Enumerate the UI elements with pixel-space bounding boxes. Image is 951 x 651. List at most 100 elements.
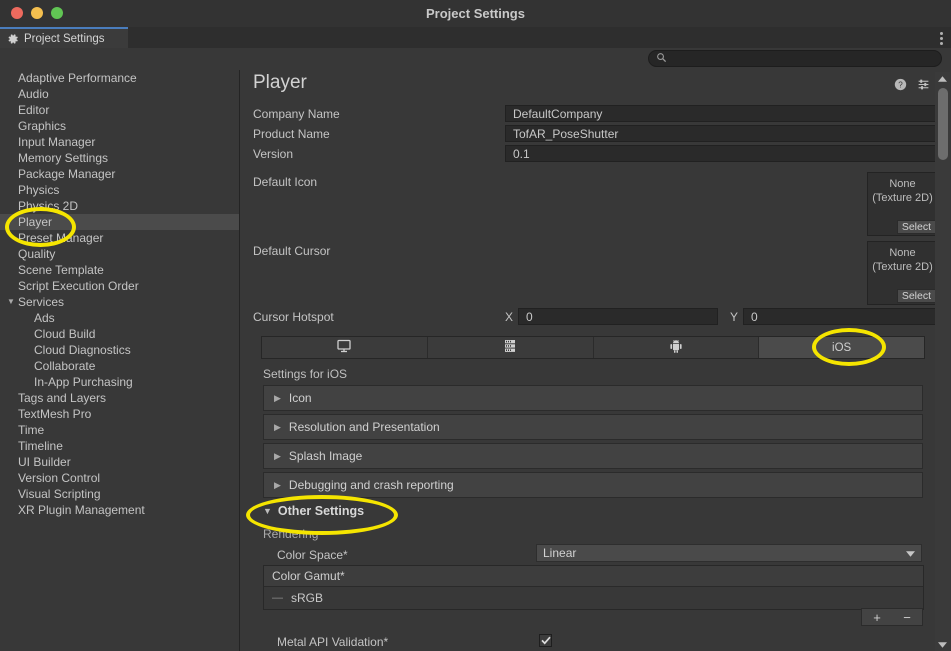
sidebar-item-player[interactable]: Player [0, 214, 239, 230]
android-robot-icon [668, 338, 684, 357]
sidebar-item-scene-template[interactable]: Scene Template [0, 262, 239, 278]
search-input[interactable] [670, 51, 924, 66]
sidebar-item-services[interactable]: ▼ Services [0, 294, 239, 310]
preset-icon[interactable] [917, 78, 930, 94]
settings-for-platform-label: Settings for iOS [263, 367, 348, 381]
sidebar-item-in-app-purchasing[interactable]: In-App Purchasing [0, 374, 239, 390]
platform-tab-bar[interactable]: iOS [261, 336, 925, 359]
sidebar-item-tags-and-layers[interactable]: Tags and Layers [0, 390, 239, 406]
kebab-menu-icon[interactable] [940, 32, 943, 45]
sidebar-item-input-manager[interactable]: Input Manager [0, 134, 239, 150]
scroll-down-arrow-icon[interactable] [935, 638, 950, 651]
default-cursor-object-field[interactable]: None (Texture 2D) Select [867, 241, 938, 305]
search-box[interactable] [648, 50, 942, 67]
scroll-up-arrow-icon[interactable] [935, 72, 950, 85]
color-gamut-list[interactable]: Color Gamut* — sRGB [263, 565, 924, 610]
sidebar-item-label: Ads [34, 311, 55, 325]
sidebar-item-physics[interactable]: Physics [0, 182, 239, 198]
sidebar-item-textmesh-pro[interactable]: TextMesh Pro [0, 406, 239, 422]
add-button[interactable]: + [873, 610, 881, 625]
main-vertical-scrollbar[interactable] [935, 72, 950, 651]
sidebar-item-cloud-diagnostics[interactable]: Cloud Diagnostics [0, 342, 239, 358]
color-gamut-item-srgb[interactable]: — sRGB [264, 587, 923, 609]
product-name-field[interactable] [505, 125, 940, 142]
minimize-button[interactable] [31, 7, 43, 19]
default-icon-select-button[interactable]: Select [896, 220, 936, 234]
default-cursor-none-line1: None [889, 247, 916, 259]
color-gamut-label: Color Gamut* [264, 566, 923, 587]
sidebar-item-label: Cloud Build [34, 327, 96, 341]
remove-button[interactable]: − [903, 610, 911, 625]
drag-handle-icon[interactable]: — [272, 587, 283, 609]
settings-sidebar[interactable]: Adaptive Performance Audio Editor Graphics I… [0, 70, 240, 651]
foldout-splash-image[interactable]: ▶ Splash Image [263, 443, 923, 469]
platform-tab-dedicated-server[interactable] [428, 337, 594, 358]
tab-strip: Project Settings [0, 27, 951, 49]
svg-text:?: ? [898, 80, 903, 89]
sidebar-item-label: Tags and Layers [18, 391, 107, 405]
title-bar: Project Settings [0, 0, 951, 27]
foldout-debugging-and-crash-reporting[interactable]: ▶ Debugging and crash reporting [263, 472, 923, 498]
cursor-hotspot-y-field[interactable] [743, 308, 943, 325]
sidebar-item-script-execution-order[interactable]: Script Execution Order [0, 278, 239, 294]
gear-icon [7, 33, 19, 45]
search-icon [656, 52, 667, 66]
tab-project-settings[interactable]: Project Settings [0, 27, 128, 48]
close-button[interactable] [11, 7, 23, 19]
sidebar-item-cloud-build[interactable]: Cloud Build [0, 326, 239, 342]
sidebar-item-preset-manager[interactable]: Preset Manager [0, 230, 239, 246]
cursor-hotspot-label: Cursor Hotspot [253, 310, 334, 324]
scrollbar-thumb[interactable] [938, 88, 948, 160]
company-name-field[interactable] [505, 105, 940, 122]
sidebar-item-timeline[interactable]: Timeline [0, 438, 239, 454]
sidebar-item-physics-2d[interactable]: Physics 2D [0, 198, 239, 214]
metal-api-validation-checkbox[interactable] [539, 634, 552, 647]
foldout-other-settings[interactable]: ▼ Other Settings [263, 504, 364, 518]
platform-tab-ios[interactable]: iOS [759, 337, 924, 358]
foldout-resolution-and-presentation[interactable]: ▶ Resolution and Presentation [263, 414, 923, 440]
platform-tab-android[interactable] [594, 337, 760, 358]
sidebar-item-label: XR Plugin Management [18, 503, 145, 517]
version-field[interactable] [505, 145, 940, 162]
color-space-dropdown[interactable]: Linear [536, 544, 922, 562]
cursor-hotspot-x-input[interactable] [524, 308, 717, 325]
field-row-product-name: Product Name [253, 125, 940, 143]
sidebar-item-label: Graphics [18, 119, 67, 133]
platform-tab-standalone[interactable] [262, 337, 428, 358]
sidebar-item-xr-plugin-management[interactable]: XR Plugin Management [0, 502, 239, 518]
sidebar-item-version-control[interactable]: Version Control [0, 470, 239, 486]
foldout-icon[interactable]: ▶ Icon [263, 385, 923, 411]
help-icon[interactable]: ? [894, 78, 907, 94]
cursor-hotspot-y-input[interactable] [749, 308, 942, 325]
sidebar-item-graphics[interactable]: Graphics [0, 118, 239, 134]
sidebar-item-ads[interactable]: Ads [0, 310, 239, 326]
default-icon-object-field[interactable]: None (Texture 2D) Select [867, 172, 938, 236]
chevron-down-icon [906, 546, 915, 560]
default-icon-none-line2: (Texture 2D) [872, 192, 933, 204]
version-input[interactable] [511, 145, 939, 162]
sidebar-item-collaborate[interactable]: Collaborate [0, 358, 239, 374]
sidebar-item-label: Script Execution Order [18, 279, 139, 293]
product-name-input[interactable] [511, 125, 939, 142]
sidebar-item-label: Collaborate [34, 359, 96, 373]
sidebar-item-label: UI Builder [18, 455, 71, 469]
sidebar-item-audio[interactable]: Audio [0, 86, 239, 102]
sidebar-item-adaptive-performance[interactable]: Adaptive Performance [0, 70, 239, 86]
chevron-right-icon: ▶ [274, 450, 281, 461]
company-name-input[interactable] [511, 105, 939, 122]
foldout-debugging-label: Debugging and crash reporting [288, 478, 454, 492]
color-gamut-add-remove-buttons[interactable]: + − [861, 608, 923, 626]
maximize-button[interactable] [51, 7, 63, 19]
sidebar-item-visual-scripting[interactable]: Visual Scripting [0, 486, 239, 502]
sidebar-item-memory-settings[interactable]: Memory Settings [0, 150, 239, 166]
cursor-hotspot-x-field[interactable] [518, 308, 718, 325]
sidebar-item-editor[interactable]: Editor [0, 102, 239, 118]
sidebar-item-quality[interactable]: Quality [0, 246, 239, 262]
default-cursor-select-button[interactable]: Select [896, 289, 936, 303]
sidebar-item-ui-builder[interactable]: UI Builder [0, 454, 239, 470]
sidebar-item-package-manager[interactable]: Package Manager [0, 166, 239, 182]
sidebar-item-time[interactable]: Time [0, 422, 239, 438]
sidebar-item-label: Version Control [18, 471, 101, 485]
default-icon-none-line1: None [889, 178, 916, 190]
chevron-down-icon[interactable]: ▼ [7, 294, 15, 310]
